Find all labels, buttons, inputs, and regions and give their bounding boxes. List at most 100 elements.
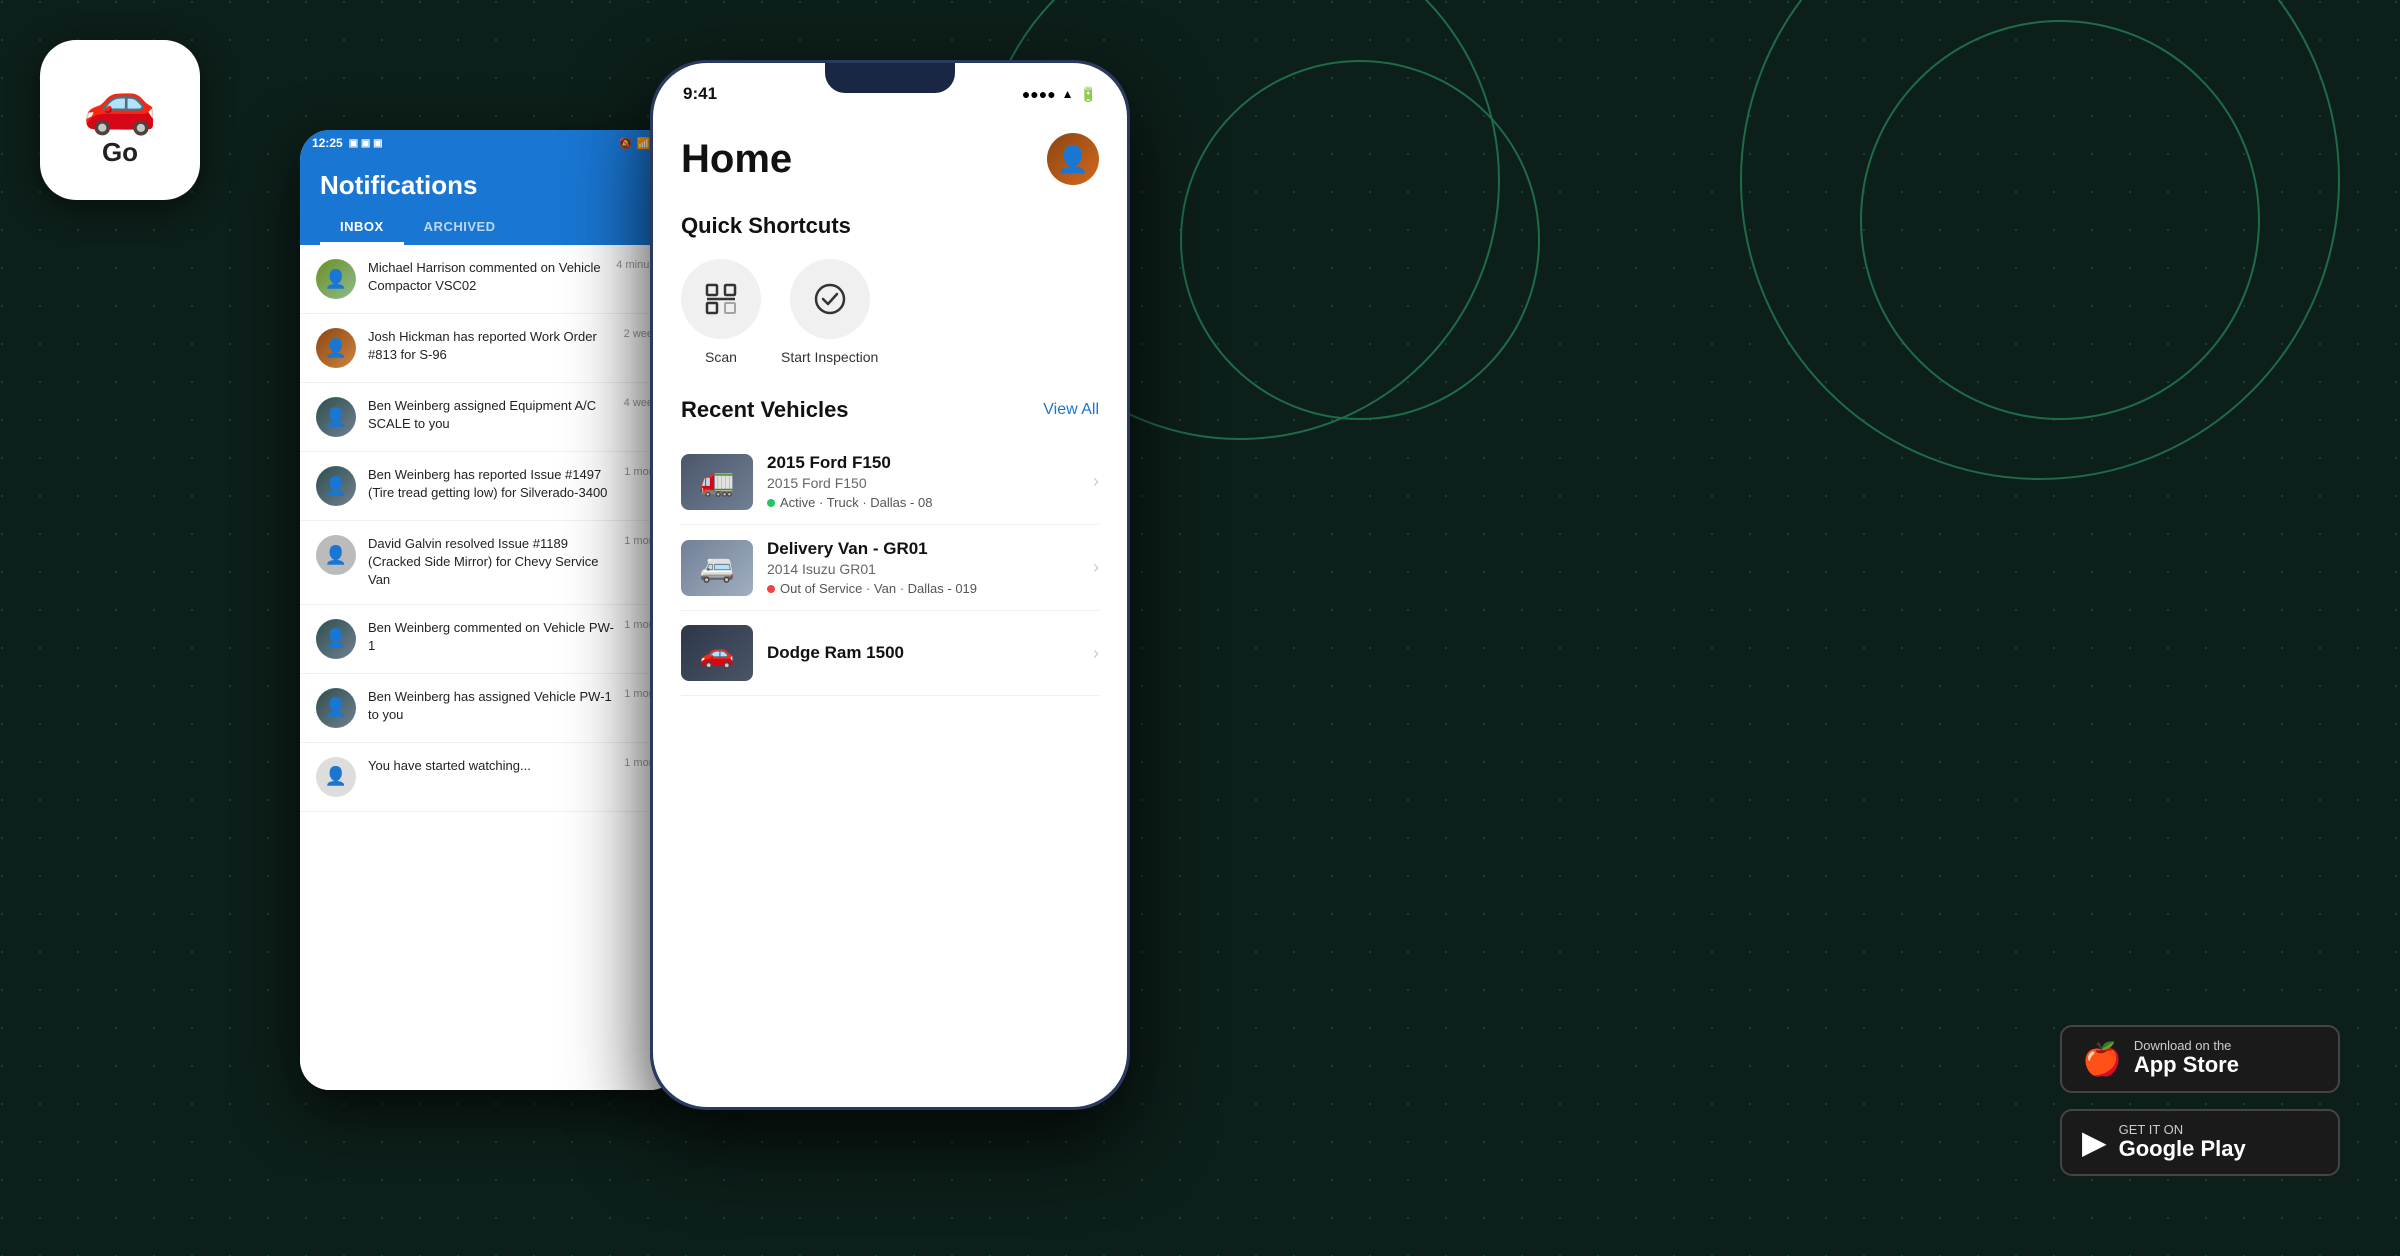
notif-text: Ben Weinberg has reported Issue #1497 (T…	[368, 466, 616, 502]
notif-text: Ben Weinberg has assigned Vehicle PW-1 t…	[368, 688, 616, 724]
start-inspection-icon	[790, 259, 870, 339]
notifications-header: Notifications INBOX ARCHIVED	[300, 156, 680, 245]
google-play-badge[interactable]: ▶ GET IT ON Google Play	[2060, 1109, 2340, 1176]
ios-status-bar: 9:41 ●●●● ▲ 🔋	[653, 63, 1127, 113]
list-item[interactable]: 👤 David Galvin resolved Issue #1189 (Cra…	[300, 521, 680, 605]
notif-content: Josh Hickman has reported Work Order #81…	[368, 328, 616, 364]
chevron-right-icon: ›	[1093, 471, 1099, 492]
quick-shortcuts-title: Quick Shortcuts	[681, 213, 1099, 239]
notif-avatar: 👤	[316, 535, 356, 575]
notif-content: Michael Harrison commented on Vehicle Co…	[368, 259, 608, 295]
list-item[interactable]: 👤 Ben Weinberg assigned Equipment A/C SC…	[300, 383, 680, 452]
app-icon: 🚗 Go	[40, 40, 200, 200]
notif-text: Ben Weinberg assigned Equipment A/C SCAL…	[368, 397, 616, 433]
vehicle-sub: 2015 Ford F150	[767, 475, 1079, 491]
shortcut-scan[interactable]: Scan	[681, 259, 761, 365]
notif-content: You have started watching...	[368, 757, 616, 775]
notif-avatar: 👤	[316, 757, 356, 797]
google-play-icon: ▶	[2082, 1123, 2107, 1161]
notifications-tabs: INBOX ARCHIVED	[320, 211, 660, 245]
vehicle-list: 🚛 2015 Ford F150 2015 Ford F150 Active ·…	[681, 439, 1099, 696]
list-item[interactable]: 👤 You have started watching... 1 month	[300, 743, 680, 812]
vehicle-thumbnail: 🚛	[681, 454, 753, 510]
tab-archived[interactable]: ARCHIVED	[404, 211, 516, 245]
notif-avatar: 👤	[316, 328, 356, 368]
ios-time: 9:41	[683, 84, 717, 104]
app-icon-emoji: 🚗	[83, 73, 158, 133]
list-item[interactable]: 👤 Ben Weinberg commented on Vehicle PW-1…	[300, 605, 680, 674]
list-item[interactable]: 🚛 2015 Ford F150 2015 Ford F150 Active ·…	[681, 439, 1099, 525]
android-phone: 12:25 ▣ ▣ ▣ 🔕 📶 🔋 Notifications INBOX AR…	[300, 130, 680, 1090]
notif-text: David Galvin resolved Issue #1189 (Crack…	[368, 535, 616, 590]
google-play-small-text: GET IT ON	[2119, 1123, 2246, 1136]
start-inspection-label: Start Inspection	[781, 349, 878, 365]
notif-avatar: 👤	[316, 688, 356, 728]
vehicle-name: 2015 Ford F150	[767, 453, 1079, 473]
status-dot	[767, 585, 775, 593]
list-item[interactable]: 🚐 Delivery Van - GR01 2014 Isuzu GR01 Ou…	[681, 525, 1099, 611]
notifications-list: 👤 Michael Harrison commented on Vehicle …	[300, 245, 680, 1090]
app-store-text: Download on the App Store	[2134, 1039, 2239, 1078]
google-play-large-text: Google Play	[2119, 1136, 2246, 1162]
status-dot	[767, 499, 775, 507]
ios-status-icons: ●●●● ▲ 🔋	[1022, 86, 1097, 103]
notif-avatar: 👤	[316, 259, 356, 299]
ios-phone: 9:41 ●●●● ▲ 🔋 Home 👤 Quick Shortcuts	[650, 60, 1130, 1110]
notifications-title: Notifications	[320, 170, 660, 201]
bg-circle-small	[1180, 60, 1540, 420]
bg-circle-right-medium	[1860, 20, 2260, 420]
notif-text: Josh Hickman has reported Work Order #81…	[368, 328, 616, 364]
ios-home-header: Home 👤	[681, 133, 1099, 185]
avatar: 👤	[1047, 133, 1099, 185]
notif-content: Ben Weinberg commented on Vehicle PW-1	[368, 619, 616, 655]
list-item[interactable]: 👤 Michael Harrison commented on Vehicle …	[300, 245, 680, 314]
shortcuts-row: Scan Start Inspection	[681, 259, 1099, 365]
notif-content: Ben Weinberg assigned Equipment A/C SCAL…	[368, 397, 616, 433]
android-status-bar: 12:25 ▣ ▣ ▣ 🔕 📶 🔋	[300, 130, 680, 156]
notif-text: Michael Harrison commented on Vehicle Co…	[368, 259, 608, 295]
notif-avatar: 👤	[316, 397, 356, 437]
app-store-badge[interactable]: 🍎 Download on the App Store	[2060, 1025, 2340, 1092]
vehicle-status: Active · Truck · Dallas - 08	[767, 495, 1079, 510]
notif-text: You have started watching...	[368, 757, 616, 775]
list-item[interactable]: 👤 Ben Weinberg has reported Issue #1497 …	[300, 452, 680, 521]
vehicle-sub: 2014 Isuzu GR01	[767, 561, 1079, 577]
list-item[interactable]: 👤 Ben Weinberg has assigned Vehicle PW-1…	[300, 674, 680, 743]
notif-avatar: 👤	[316, 466, 356, 506]
chevron-right-icon: ›	[1093, 643, 1099, 664]
ios-outer: 9:41 ●●●● ▲ 🔋 Home 👤 Quick Shortcuts	[650, 60, 1130, 1110]
ios-screen-content: Home 👤 Quick Shortcuts	[653, 113, 1127, 1107]
chevron-right-icon: ›	[1093, 557, 1099, 578]
notif-content: Ben Weinberg has assigned Vehicle PW-1 t…	[368, 688, 616, 724]
vehicle-info: 2015 Ford F150 2015 Ford F150 Active · T…	[767, 453, 1079, 510]
scan-label: Scan	[705, 349, 737, 365]
vehicle-name: Dodge Ram 1500	[767, 643, 1079, 663]
download-badges: 🍎 Download on the App Store ▶ GET IT ON …	[2060, 1025, 2340, 1176]
shortcut-start-inspection[interactable]: Start Inspection	[781, 259, 878, 365]
app-store-large-text: App Store	[2134, 1052, 2239, 1078]
vehicle-thumbnail: 🚗	[681, 625, 753, 681]
vehicle-name: Delivery Van - GR01	[767, 539, 1079, 559]
recent-vehicles-header: Recent Vehicles View All	[681, 397, 1099, 423]
notif-text: Ben Weinberg commented on Vehicle PW-1	[368, 619, 616, 655]
vehicle-status: Out of Service · Van · Dallas - 019	[767, 581, 1079, 596]
android-screen: 12:25 ▣ ▣ ▣ 🔕 📶 🔋 Notifications INBOX AR…	[300, 130, 680, 1090]
vehicle-thumbnail: 🚐	[681, 540, 753, 596]
apple-icon: 🍎	[2082, 1040, 2122, 1078]
view-all-link[interactable]: View All	[1043, 401, 1099, 419]
bg-circle-right-large	[1740, 0, 2340, 480]
recent-vehicles-title: Recent Vehicles	[681, 397, 849, 423]
ios-home-title: Home	[681, 137, 792, 182]
notif-content: David Galvin resolved Issue #1189 (Crack…	[368, 535, 616, 590]
app-store-small-text: Download on the	[2134, 1039, 2239, 1052]
tab-inbox[interactable]: INBOX	[320, 211, 404, 245]
android-status-time: 12:25 ▣ ▣ ▣	[312, 136, 383, 150]
ios-inner: 9:41 ●●●● ▲ 🔋 Home 👤 Quick Shortcuts	[653, 63, 1127, 1107]
google-play-text: GET IT ON Google Play	[2119, 1123, 2246, 1162]
notif-content: Ben Weinberg has reported Issue #1497 (T…	[368, 466, 616, 502]
app-icon-label: Go	[102, 137, 138, 168]
list-item[interactable]: 🚗 Dodge Ram 1500 ›	[681, 611, 1099, 696]
scan-icon	[681, 259, 761, 339]
list-item[interactable]: 👤 Josh Hickman has reported Work Order #…	[300, 314, 680, 383]
notif-avatar: 👤	[316, 619, 356, 659]
